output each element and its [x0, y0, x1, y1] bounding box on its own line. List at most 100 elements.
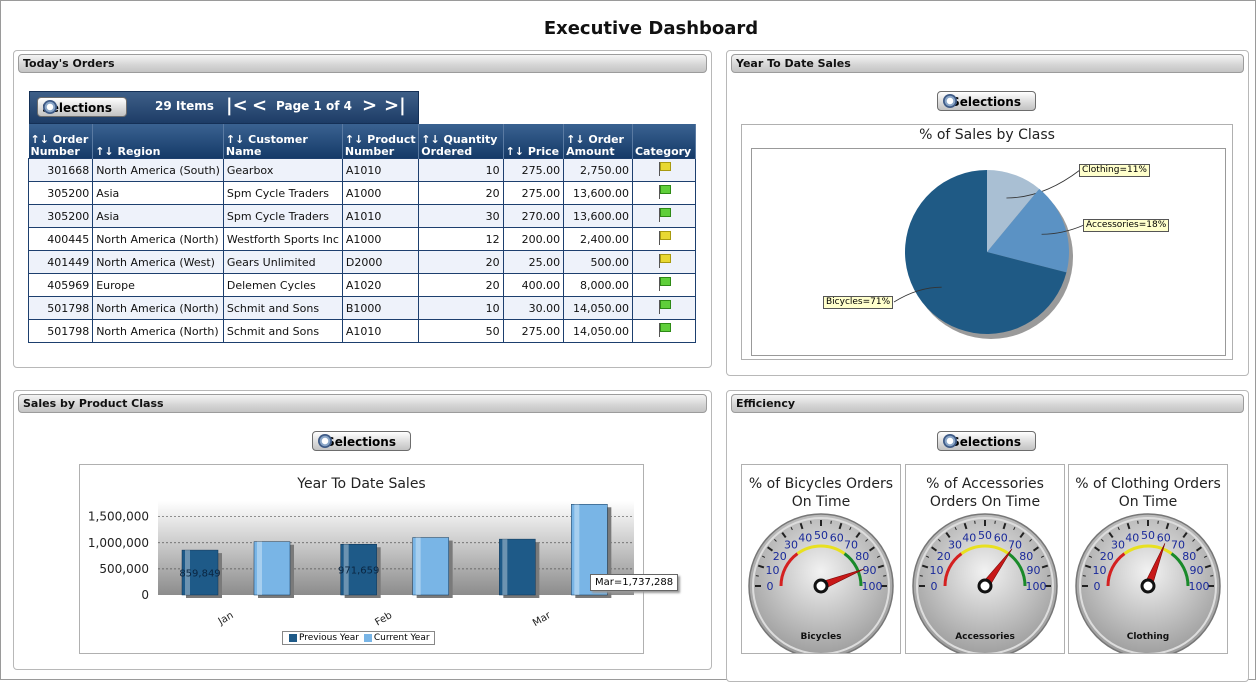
cell-order: 301668	[29, 159, 93, 182]
cell-amount: 2,750.00	[564, 159, 633, 182]
last-page-icon[interactable]: >|	[384, 95, 406, 116]
legend-swatch-previous	[289, 634, 297, 642]
bar-chart-legend: Previous Year Current Year	[282, 631, 435, 645]
gauge-tick-label: 90	[863, 564, 877, 577]
table-row[interactable]: 501798North America (North)Schmit and So…	[29, 320, 696, 343]
y-tick-label: 0	[141, 588, 149, 602]
bar-tooltip: Mar=1,737,288	[590, 574, 678, 591]
gauge-tick-label: 40	[798, 531, 812, 544]
cell-category	[632, 205, 695, 228]
cell-product: D2000	[342, 251, 418, 274]
col-order-number[interactable]: ↑↓ Order Number	[29, 124, 93, 159]
cell-amount: 13,600.00	[564, 182, 633, 205]
gauge-tick-label: 0	[1094, 580, 1101, 593]
cell-order: 405969	[29, 274, 93, 297]
orders-pager-toolbar: Selections 29 Items |< < Page 1 of 4 > >…	[29, 91, 419, 124]
table-row[interactable]: 301668North America (South)GearboxA10101…	[29, 159, 696, 182]
table-row[interactable]: 305200AsiaSpm Cycle TradersA100020275.00…	[29, 182, 696, 205]
table-row[interactable]: 501798North America (North)Schmit and So…	[29, 297, 696, 320]
cell-category	[632, 251, 695, 274]
col-price[interactable]: ↑↓ Price	[503, 124, 564, 159]
col-region[interactable]: ↑↓ Region	[93, 124, 224, 159]
cell-qty: 20	[419, 251, 503, 274]
cell-region: Europe	[93, 274, 224, 297]
col-label: Order Amount	[566, 133, 624, 158]
table-row[interactable]: 400445North America (North)Westforth Spo…	[29, 228, 696, 251]
legend-label-current: Current Year	[374, 633, 430, 643]
flag-icon	[658, 162, 670, 176]
gauge-tick-label: 60	[1157, 531, 1171, 544]
efficiency-selections-button[interactable]: Selections	[937, 431, 1036, 451]
bar-highlight	[416, 538, 421, 595]
cell-price: 30.00	[503, 297, 564, 320]
plot-area	[158, 501, 634, 595]
cell-customer: Westforth Sports Inc	[223, 228, 342, 251]
ytd-panel-header: Year To Date Sales	[731, 54, 1244, 73]
efficiency-panel-header: Efficiency	[731, 394, 1244, 413]
ytd-selections-button[interactable]: Selections	[937, 91, 1036, 111]
cell-qty: 10	[419, 159, 503, 182]
bar-highlight	[502, 539, 507, 595]
pie-label-bicycles: Bicycles=71%	[823, 296, 893, 309]
cell-category	[632, 320, 695, 343]
gauge-tick-label: 50	[814, 529, 828, 542]
bar-data-label: 859,849	[179, 569, 220, 580]
gauge-clothing: % of Clothing Orders On Time 01020304050…	[1068, 464, 1228, 654]
col-quantity[interactable]: ↑↓ Quantity Ordered	[419, 124, 503, 159]
next-page-icon[interactable]: >	[362, 95, 377, 116]
col-product-number[interactable]: ↑↓ Product Number	[342, 124, 418, 159]
cell-price: 400.00	[503, 274, 564, 297]
col-label: Product Number	[345, 133, 416, 158]
gauge-tick-label: 100	[1026, 580, 1047, 593]
col-order-amount[interactable]: ↑↓ Order Amount	[564, 124, 633, 159]
flag-icon	[658, 185, 670, 199]
gauge-tick-label: 100	[862, 580, 883, 593]
gauge-tick-label: 0	[767, 580, 774, 593]
cell-price: 270.00	[503, 205, 564, 228]
gauge-tick-label: 80	[855, 550, 869, 563]
gauge-tick-label: 40	[962, 531, 976, 544]
gauge-caption: Accessories	[906, 632, 1064, 642]
cell-customer: Schmit and Sons	[223, 320, 342, 343]
cell-category	[632, 297, 695, 320]
table-row[interactable]: 405969EuropeDelemen CyclesA102020400.008…	[29, 274, 696, 297]
cell-product: A1010	[342, 320, 418, 343]
sales-class-selections-button[interactable]: Selections	[312, 431, 411, 451]
page-indicator: Page 1 of 4	[276, 99, 352, 113]
cell-product: A1000	[342, 228, 418, 251]
cell-customer: Spm Cycle Traders	[223, 205, 342, 228]
gauge-tick-label: 90	[1027, 564, 1041, 577]
col-customer-name[interactable]: ↑↓ Customer Name	[223, 124, 342, 159]
gauge-tick-label: 50	[978, 529, 992, 542]
col-label: Price	[528, 145, 559, 158]
gear-icon	[943, 94, 957, 108]
gauge-hub	[1142, 580, 1154, 592]
legend-swatch-current	[364, 634, 372, 642]
table-row[interactable]: 401449North America (West)Gears Unlimite…	[29, 251, 696, 274]
selections-label: Selections	[951, 435, 1021, 449]
gauge-hub	[815, 580, 827, 592]
table-row[interactable]: 305200AsiaSpm Cycle TradersA101030270.00…	[29, 205, 696, 228]
cell-qty: 20	[419, 182, 503, 205]
cell-order: 501798	[29, 297, 93, 320]
gauge-tick-label: 10	[1092, 564, 1106, 577]
cell-region: Asia	[93, 205, 224, 228]
item-count: 29 Items	[155, 99, 214, 113]
flag-icon	[658, 254, 670, 268]
x-tick-label: Feb	[373, 610, 394, 628]
prev-page-icon[interactable]: <	[252, 95, 267, 116]
gauge-tick-label: 60	[994, 531, 1008, 544]
cell-customer: Gears Unlimited	[223, 251, 342, 274]
cell-amount: 14,050.00	[564, 320, 633, 343]
orders-selections-button[interactable]: Selections	[37, 97, 127, 117]
y-tick-label: 500,000	[99, 562, 149, 576]
first-page-icon[interactable]: |<	[226, 95, 248, 116]
y-tick-label: 1,500,000	[88, 510, 149, 524]
col-category[interactable]: Category	[632, 124, 695, 159]
gauge-tick-label: 90	[1190, 564, 1204, 577]
flag-icon	[658, 208, 670, 222]
gauge-tick-label: 60	[830, 531, 844, 544]
cell-price: 275.00	[503, 320, 564, 343]
cell-qty: 50	[419, 320, 503, 343]
cell-region: North America (North)	[93, 297, 224, 320]
